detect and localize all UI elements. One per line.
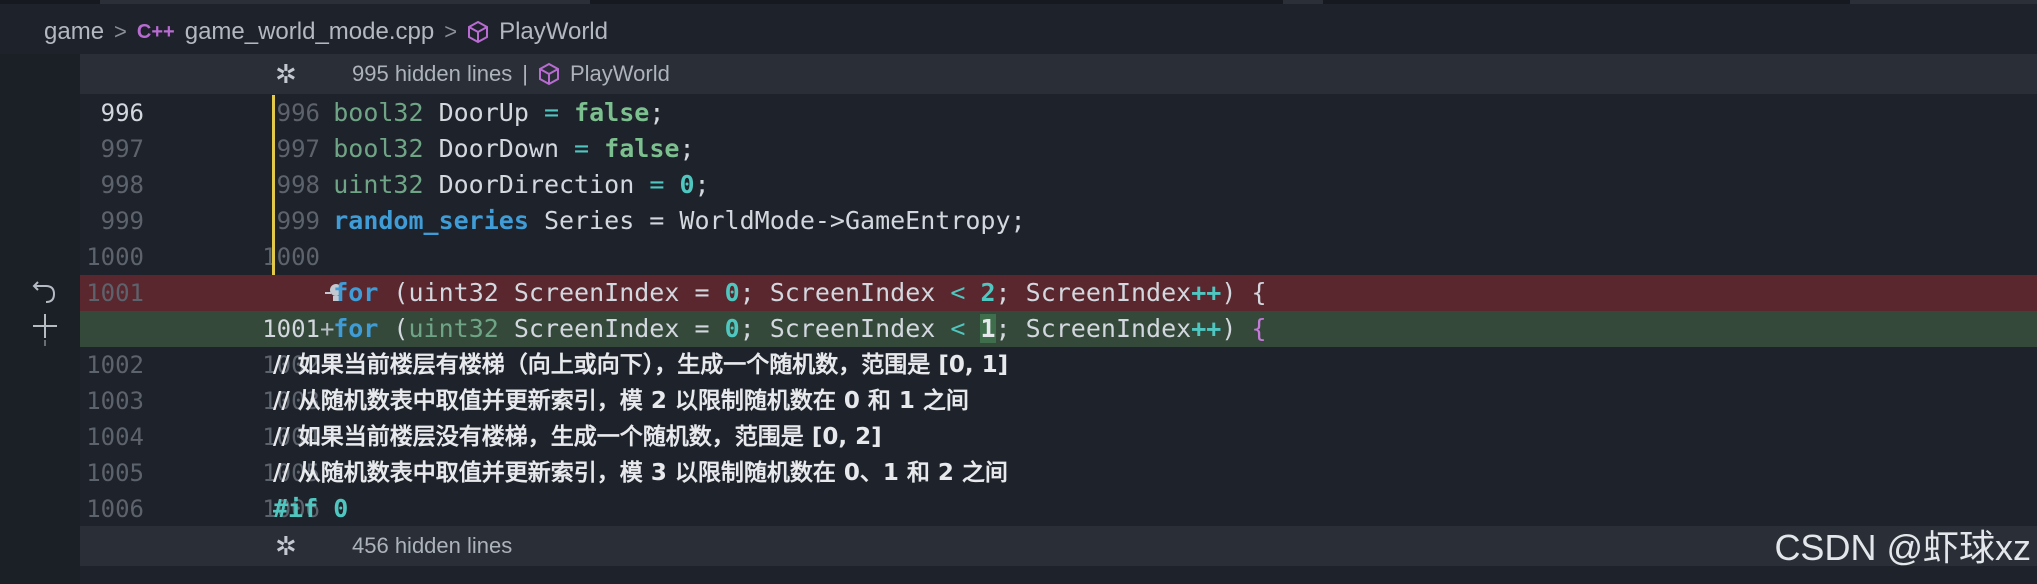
breadcrumb-file[interactable]: game_world_mode.cpp bbox=[185, 18, 434, 46]
chevron-right-icon: > bbox=[444, 19, 458, 44]
modified-indicator bbox=[272, 239, 275, 275]
watermark: CSDN @虾球xz bbox=[1774, 527, 2031, 568]
code-text[interactable]: for (uint32 ScreenIndex = 0; ScreenIndex… bbox=[273, 311, 1267, 347]
code-comment[interactable]: // 从随机数表中取值并更新索引，模 3 以限制随机数在 0、1 和 2 之间 bbox=[273, 455, 1008, 491]
tab-strip-segment bbox=[1283, 0, 1323, 4]
plus-icon[interactable] bbox=[32, 312, 58, 353]
cube-icon bbox=[538, 62, 560, 86]
code-text[interactable]: bool32 DoorDown = false; bbox=[273, 131, 694, 167]
old-line-number: 999 bbox=[100, 207, 144, 235]
old-line-number: 1001 bbox=[86, 279, 144, 307]
fold-symbol-name[interactable]: PlayWorld bbox=[570, 61, 670, 87]
cpp-file-icon: C++ bbox=[136, 20, 175, 43]
old-line-number: 1003 bbox=[86, 387, 144, 415]
code-comment[interactable]: // 如果当前楼层有楼梯（向上或向下），生成一个随机数，范围是 [0, 1] bbox=[273, 347, 1008, 383]
hidden-lines-fold-top[interactable]: ✲ 995 hidden lines | PlayWorld bbox=[80, 54, 2037, 94]
breadcrumb: game > C++ game_world_mode.cpp > PlayWor… bbox=[44, 10, 608, 54]
code-text[interactable]: uint32 DoorDirection = 0; bbox=[273, 167, 709, 203]
deleted-line: 1001 for (uint32 ScreenIndex = 0; Screen… bbox=[80, 275, 2037, 311]
code-line: 1004 1004 // 如果当前楼层没有楼梯，生成一个随机数，范围是 [0, … bbox=[80, 419, 2037, 455]
old-line-number: 1000 bbox=[86, 243, 144, 271]
old-line-number: 1006 bbox=[86, 495, 144, 523]
old-line-number: 1002 bbox=[86, 351, 144, 379]
code-line: 999 999 random_series Series = WorldMode… bbox=[80, 203, 2037, 239]
code-text[interactable]: random_series Series = WorldMode->GameEn… bbox=[273, 203, 1025, 239]
code-line: 1006 1006 #if 0 bbox=[80, 491, 2037, 527]
code-line: 1003 1003 // 从随机数表中取值并更新索引，模 2 以限制随机数在 0… bbox=[80, 383, 2037, 419]
tab-strip-segment bbox=[100, 0, 590, 4]
code-text[interactable]: for (uint32 ScreenIndex = 0; ScreenIndex… bbox=[273, 275, 1266, 311]
hidden-lines-fold-bottom[interactable]: ✲ 456 hidden lines bbox=[80, 526, 2037, 566]
hidden-lines-text: 995 hidden lines bbox=[352, 61, 513, 86]
snowflake-fold-icon[interactable]: ✲ bbox=[275, 59, 297, 90]
added-line: 1001 + for (uint32 ScreenIndex = 0; Scre… bbox=[80, 311, 2037, 347]
code-line: 1005 1005 // 从随机数表中取值并更新索引，模 3 以限制随机数在 0… bbox=[80, 455, 2037, 491]
chevron-right-icon: > bbox=[114, 19, 127, 44]
code-comment[interactable]: // 从随机数表中取值并更新索引，模 2 以限制随机数在 0 和 1 之间 bbox=[273, 383, 969, 419]
code-line: 998 998 uint32 DoorDirection = 0; bbox=[80, 167, 2037, 203]
old-line-number: 998 bbox=[100, 171, 144, 199]
tab-strip-segment bbox=[1850, 0, 2037, 4]
code-text[interactable]: #if 0 bbox=[273, 491, 348, 527]
diff-editor[interactable]: 996 996 bool32 DoorUp = false; 997 997 b… bbox=[80, 95, 2037, 525]
code-line: 1000 1000 bbox=[80, 239, 2037, 275]
code-line: 1002 1002 // 如果当前楼层有楼梯（向上或向下），生成一个随机数，范围… bbox=[80, 347, 2037, 383]
new-line-number: 1000 bbox=[262, 243, 320, 271]
old-line-number: 1004 bbox=[86, 423, 144, 451]
title-strip bbox=[0, 0, 2037, 4]
code-text[interactable]: bool32 DoorUp = false; bbox=[273, 95, 664, 131]
code-comment[interactable]: // 如果当前楼层没有楼梯，生成一个随机数，范围是 [0, 2] bbox=[273, 419, 882, 455]
breadcrumb-symbol[interactable]: PlayWorld bbox=[499, 18, 608, 46]
breadcrumb-folder[interactable]: game bbox=[44, 18, 104, 46]
snowflake-fold-icon[interactable]: ✲ bbox=[275, 531, 297, 562]
old-line-number: 997 bbox=[100, 135, 144, 163]
cube-icon bbox=[467, 20, 489, 44]
hidden-lines-text: 456 hidden lines bbox=[352, 533, 513, 558]
code-line: 996 996 bool32 DoorUp = false; bbox=[80, 95, 2037, 131]
code-line: 997 997 bool32 DoorDown = false; bbox=[80, 131, 2037, 167]
old-line-number: 996 bbox=[100, 99, 144, 127]
old-line-number: 1005 bbox=[86, 459, 144, 487]
fold-divider: | bbox=[522, 61, 528, 86]
revert-arrow-icon[interactable] bbox=[32, 278, 58, 311]
